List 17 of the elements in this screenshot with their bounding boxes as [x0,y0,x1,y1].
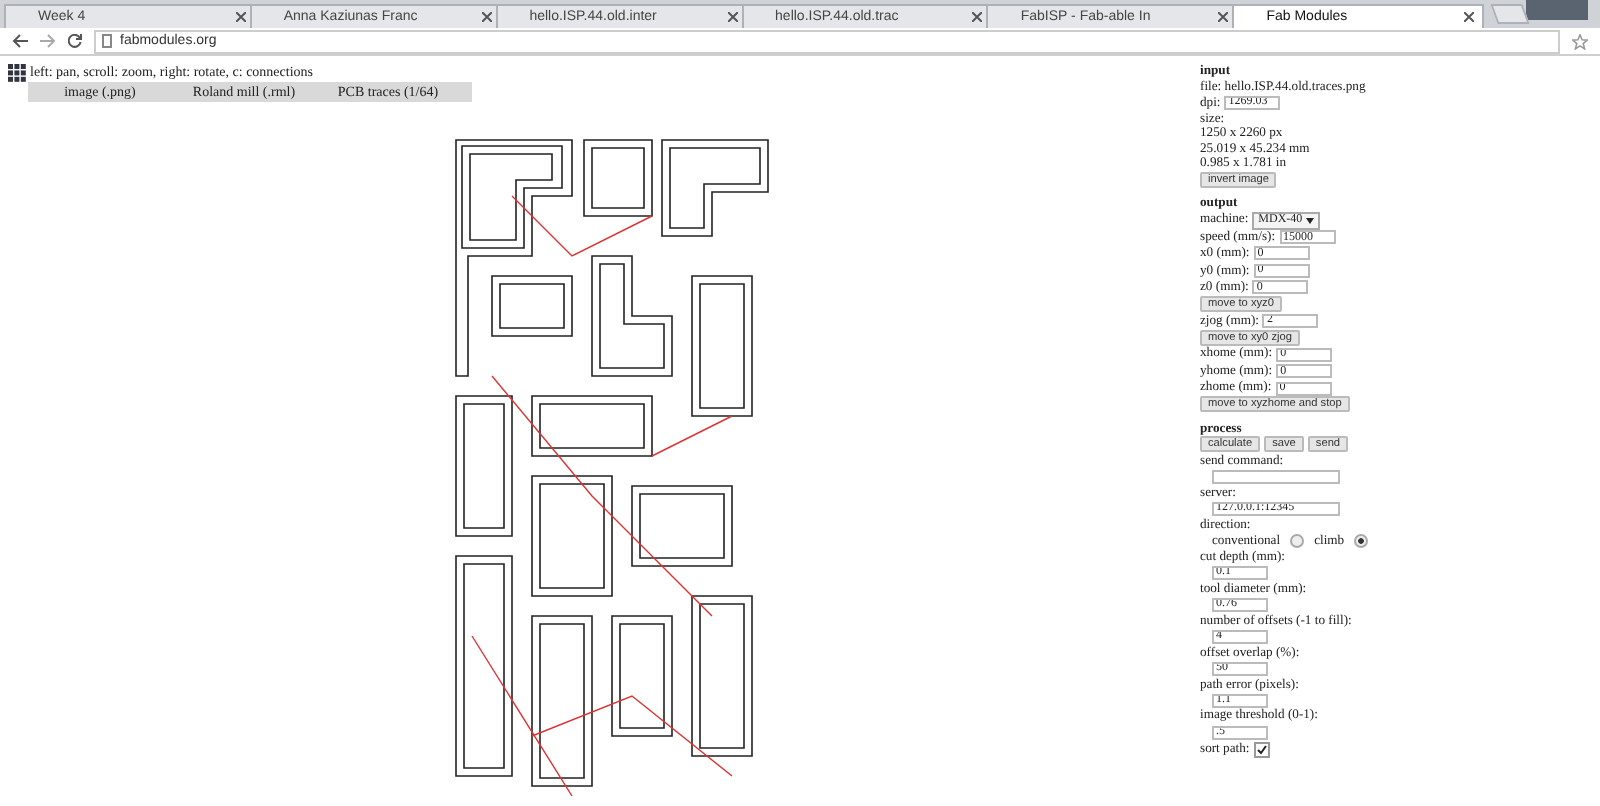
back-icon[interactable] [12,34,28,48]
page-icon [102,34,112,48]
input-field[interactable] [1212,469,1340,484]
radio-button[interactable] [1354,533,1369,548]
close-icon[interactable] [972,12,983,22]
close-icon[interactable] [1218,12,1229,22]
close-icon[interactable] [1464,12,1475,22]
reload-icon[interactable] [68,34,82,48]
dropdown-arrow-icon [1306,217,1315,224]
new-tab-button[interactable] [1490,4,1530,24]
close-icon[interactable] [235,12,246,22]
star-icon[interactable] [1572,33,1588,49]
radio-button[interactable] [1290,533,1305,548]
grid-icon [8,63,26,81]
close-icon[interactable] [481,12,492,22]
close-icon[interactable] [727,12,738,22]
checkbox[interactable] [1253,741,1270,758]
